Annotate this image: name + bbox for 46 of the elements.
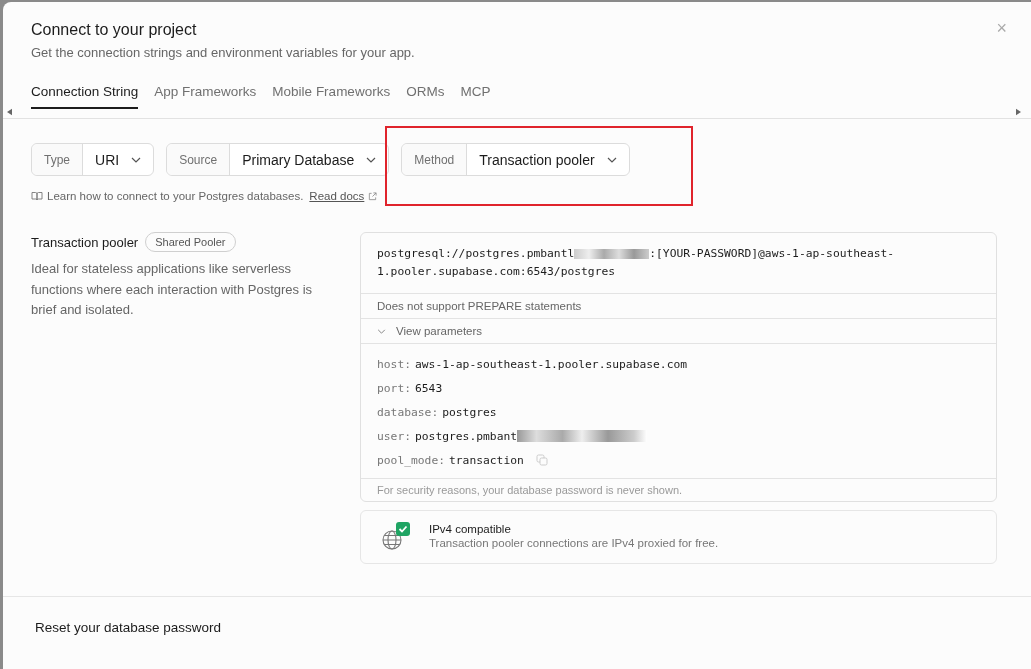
chevron-down-icon bbox=[366, 156, 377, 163]
connection-uri: postgresql://postgres.pmbantl bbox=[377, 246, 575, 262]
scroll-right-icon[interactable] bbox=[1016, 108, 1021, 116]
read-docs-link[interactable]: Read docs bbox=[309, 190, 365, 202]
ipv4-description: Transaction pooler connections are IPv4 proxied for free. bbox=[429, 537, 719, 549]
parameter-key: database: bbox=[377, 405, 439, 419]
select-label: Method bbox=[402, 144, 468, 175]
tab[interactable]: Mobile Frameworks bbox=[272, 75, 391, 109]
scroll-left-icon[interactable] bbox=[7, 108, 12, 116]
docs-hint-text: Learn how to connect to your Postgres databases. bbox=[47, 190, 304, 202]
connection-uri: 1.pooler.supabase.com:6543/postgres bbox=[377, 264, 616, 280]
select-value: URI bbox=[94, 151, 121, 168]
prepare-note: Does not support PREPARE statements bbox=[361, 294, 996, 319]
external-link-icon bbox=[368, 191, 378, 201]
select-field[interactable]: Method Transaction pooler bbox=[401, 143, 630, 176]
reset-password-title: Reset your database password bbox=[35, 620, 223, 635]
security-note: For security reasons, your database password is never shown. bbox=[361, 478, 996, 501]
parameter-value: transaction bbox=[449, 453, 524, 467]
select-value: Primary Database bbox=[241, 151, 356, 168]
chevron-down-icon bbox=[606, 156, 617, 163]
select-value: Transaction pooler bbox=[478, 151, 596, 168]
tab[interactable]: MCP bbox=[460, 75, 491, 109]
parameter-value: postgres.pmbant bbox=[415, 429, 518, 443]
view-parameters-toggle[interactable]: View parameters bbox=[361, 319, 996, 344]
dialog-title: Connect to your project bbox=[31, 20, 197, 40]
pooler-description: Ideal for stateless applications like serverless functions where each interaction with Postgres is brief and isolated. bbox=[31, 260, 314, 319]
select-field[interactable]: Source Primary Database bbox=[166, 143, 390, 176]
select-field[interactable]: Type URI bbox=[31, 143, 155, 176]
parameter-value: 6543 bbox=[415, 381, 443, 395]
tab[interactable]: App Frameworks bbox=[154, 75, 257, 109]
select-label: Source bbox=[167, 144, 231, 175]
select-label: Type bbox=[32, 144, 83, 175]
parameter-key: port: bbox=[377, 381, 411, 395]
ipv4-title: IPv4 compatible bbox=[429, 523, 512, 535]
parameter-value: postgres bbox=[442, 405, 497, 419]
parameter-key: user: bbox=[377, 429, 411, 443]
parameter-key: pool_mode: bbox=[377, 453, 445, 467]
parameter-key: host: bbox=[377, 357, 411, 371]
dialog-subtitle: Get the connection strings and environment variables for your app. bbox=[31, 45, 416, 60]
tab[interactable]: Connection String bbox=[31, 75, 139, 109]
book-icon bbox=[31, 191, 43, 201]
parameter-value: aws-1-ap-southeast-1.pooler.supabase.com bbox=[415, 357, 688, 371]
tab[interactable]: ORMs bbox=[406, 75, 445, 109]
pooler-title: Transaction pooler bbox=[31, 234, 139, 250]
chevron-down-icon bbox=[131, 156, 142, 163]
connection-uri: :[YOUR-PASSWORD]@aws-1-ap-southeast- bbox=[649, 246, 895, 262]
